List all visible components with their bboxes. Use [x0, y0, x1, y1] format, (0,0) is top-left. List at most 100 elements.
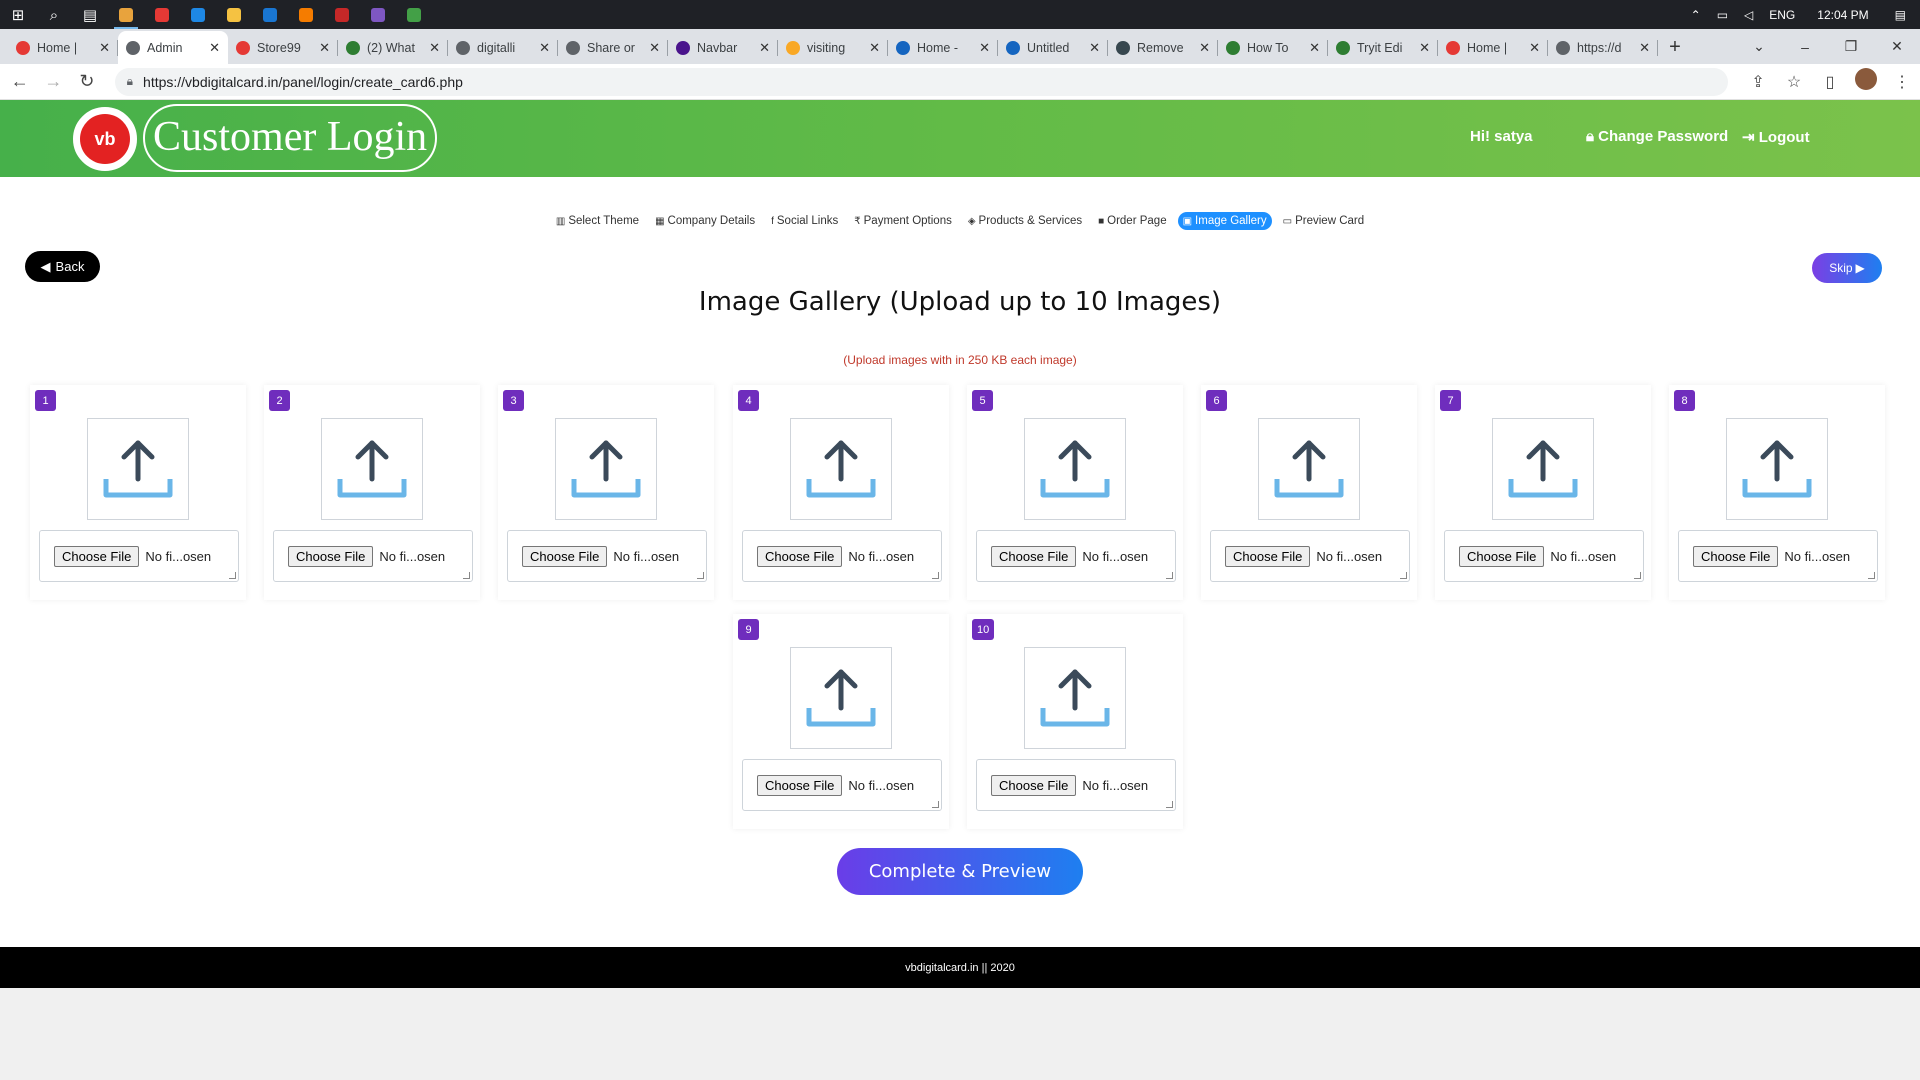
step-products-services[interactable]: ◈ Products & Services	[963, 212, 1087, 230]
back-arrow-icon[interactable]: ←	[6, 71, 34, 92]
file-input[interactable]: Choose File No fi...osen	[1210, 530, 1410, 582]
close-window-icon[interactable]: ✕	[1874, 38, 1920, 55]
tab-search-icon[interactable]: ⌄	[1736, 38, 1782, 55]
choose-file-button[interactable]: Choose File	[522, 545, 608, 567]
language-indicator[interactable]: ENG	[1769, 8, 1795, 22]
tab-close-icon[interactable]: ✕	[1309, 40, 1320, 56]
file-input[interactable]: Choose File No fi...osen	[976, 759, 1176, 811]
mail-icon[interactable]	[252, 0, 288, 29]
flag-icon[interactable]	[324, 0, 360, 29]
file-input[interactable]: Choose File No fi...osen	[742, 530, 942, 582]
choose-file-button[interactable]: Choose File	[288, 545, 374, 567]
tab-close-icon[interactable]: ✕	[1199, 40, 1210, 56]
resize-grip-icon[interactable]	[1400, 572, 1407, 579]
step-preview-card[interactable]: ▭ Preview Card	[1278, 212, 1369, 230]
network-icon[interactable]: ▭	[1717, 8, 1728, 22]
tab-close-icon[interactable]: ✕	[869, 40, 880, 56]
browser-tab[interactable]: Admin ✕	[118, 31, 228, 64]
browser-tab[interactable]: (2) What ✕	[338, 31, 448, 64]
file-explorer-icon[interactable]	[216, 0, 252, 29]
choose-file-button[interactable]: Choose File	[1225, 545, 1311, 567]
file-input[interactable]: Choose File No fi...osen	[742, 759, 942, 811]
step-payment-options[interactable]: ₹ Payment Options	[849, 212, 957, 230]
resize-grip-icon[interactable]	[932, 801, 939, 808]
tab-close-icon[interactable]: ✕	[649, 40, 660, 56]
resize-grip-icon[interactable]	[932, 572, 939, 579]
change-password-link[interactable]: 🔒︎ Change Password	[1586, 128, 1728, 145]
browser-tab[interactable]: Tryit Edi ✕	[1328, 31, 1438, 64]
file-input[interactable]: Choose File No fi...osen	[1678, 530, 1878, 582]
browser-tab[interactable]: Home | ✕	[1438, 31, 1548, 64]
choose-file-button[interactable]: Choose File	[757, 545, 843, 567]
tab-close-icon[interactable]: ✕	[99, 40, 110, 56]
tab-close-icon[interactable]: ✕	[429, 40, 440, 56]
browser-tab[interactable]: Navbar ✕	[668, 31, 778, 64]
choose-file-button[interactable]: Choose File	[1693, 545, 1779, 567]
tab-close-icon[interactable]: ✕	[1089, 40, 1100, 56]
address-bar[interactable]: 🔒︎ https://vbdigitalcard.in/panel/login/…	[114, 67, 1729, 96]
resize-grip-icon[interactable]	[1868, 572, 1875, 579]
minimize-icon[interactable]: –	[1782, 39, 1828, 55]
browser-tab[interactable]: visiting ✕	[778, 31, 888, 64]
file-input[interactable]: Choose File No fi...osen	[39, 530, 239, 582]
new-tab-button[interactable]: +	[1658, 31, 1692, 64]
forward-arrow-icon[interactable]: →	[40, 71, 68, 92]
file-input[interactable]: Choose File No fi...osen	[976, 530, 1176, 582]
tab-close-icon[interactable]: ✕	[979, 40, 990, 56]
tab-close-icon[interactable]: ✕	[1419, 40, 1430, 56]
choose-file-button[interactable]: Choose File	[991, 545, 1077, 567]
restore-icon[interactable]: ❐	[1828, 38, 1874, 55]
tab-close-icon[interactable]: ✕	[319, 40, 330, 56]
resize-grip-icon[interactable]	[463, 572, 470, 579]
task-view-icon[interactable]: ▤	[72, 0, 108, 29]
skip-button[interactable]: Skip ▶	[1812, 253, 1882, 283]
tab-close-icon[interactable]: ✕	[1639, 40, 1650, 56]
search-icon[interactable]: ⌕	[36, 0, 72, 29]
back-button[interactable]: ◀ Back	[25, 251, 100, 282]
file-input[interactable]: Choose File No fi...osen	[507, 530, 707, 582]
file-input[interactable]: Choose File No fi...osen	[273, 530, 473, 582]
lock-icon[interactable]: 🔒︎	[127, 74, 133, 89]
file-input[interactable]: Choose File No fi...osen	[1444, 530, 1644, 582]
chrome-icon[interactable]	[108, 0, 144, 29]
sublime-icon[interactable]	[288, 0, 324, 29]
step-order-page[interactable]: ■ Order Page	[1093, 212, 1172, 230]
browser-tab[interactable]: Remove ✕	[1108, 31, 1218, 64]
bookmark-star-icon[interactable]: ☆	[1776, 72, 1812, 92]
chrome-alt-icon[interactable]	[396, 0, 432, 29]
browser-tab[interactable]: How To ✕	[1218, 31, 1328, 64]
windows-start-icon[interactable]: ⊞	[0, 0, 36, 29]
browser-tab[interactable]: Home | ✕	[8, 31, 118, 64]
resize-grip-icon[interactable]	[1634, 572, 1641, 579]
browser-tab[interactable]: Untitled ✕	[998, 31, 1108, 64]
complete-preview-button[interactable]: Complete & Preview	[837, 848, 1083, 895]
resize-grip-icon[interactable]	[229, 572, 236, 579]
skype-icon[interactable]	[180, 0, 216, 29]
site-logo[interactable]: vb	[73, 107, 137, 171]
browser-tab[interactable]: Store99 ✕	[228, 31, 338, 64]
more-menu-icon[interactable]: ⋮	[1884, 72, 1920, 92]
github-icon[interactable]	[360, 0, 396, 29]
reload-icon[interactable]: ↻	[73, 71, 101, 92]
tab-close-icon[interactable]: ✕	[759, 40, 770, 56]
youtube-icon[interactable]	[144, 0, 180, 29]
browser-tab[interactable]: digitalli ✕	[448, 31, 558, 64]
choose-file-button[interactable]: Choose File	[757, 774, 843, 796]
share-icon[interactable]: ⇪	[1740, 72, 1776, 92]
step-company-details[interactable]: ▦ Company Details	[650, 212, 760, 230]
side-panel-icon[interactable]: ▯	[1812, 72, 1848, 92]
step-select-theme[interactable]: ▥ Select Theme	[551, 212, 644, 230]
step-social-links[interactable]: f Social Links	[766, 212, 843, 230]
chevron-up-icon[interactable]: ⌃	[1691, 8, 1701, 22]
resize-grip-icon[interactable]	[697, 572, 704, 579]
logout-link[interactable]: ⇥ Logout	[1742, 128, 1810, 146]
clock[interactable]: 12:04 PM	[1817, 8, 1868, 22]
choose-file-button[interactable]: Choose File	[54, 545, 140, 567]
tab-close-icon[interactable]: ✕	[209, 40, 220, 56]
choose-file-button[interactable]: Choose File	[991, 774, 1077, 796]
tab-close-icon[interactable]: ✕	[539, 40, 550, 56]
notification-icon[interactable]: ▤	[1895, 8, 1906, 22]
profile-avatar[interactable]	[1855, 68, 1878, 90]
browser-tab[interactable]: Home - ✕	[888, 31, 998, 64]
browser-tab[interactable]: Share or ✕	[558, 31, 668, 64]
